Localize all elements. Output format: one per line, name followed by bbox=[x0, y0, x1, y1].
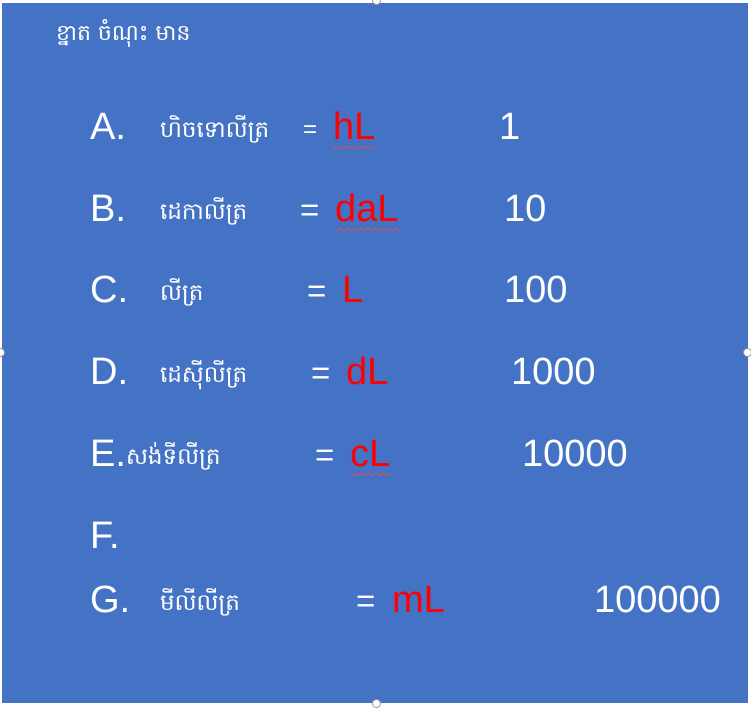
table-row: F. bbox=[2, 515, 748, 575]
unit-value: 1000 bbox=[511, 351, 596, 393]
row-letter: C. bbox=[90, 269, 128, 311]
unit-symbol: hL bbox=[333, 106, 376, 148]
row-letter: A. bbox=[90, 106, 126, 148]
equals-sign: = bbox=[307, 272, 327, 309]
table-row: D. ដេស៊ីលីត្រ = dL 1000 bbox=[2, 351, 748, 411]
heading: ខ្នាត ចំណុះ មាន bbox=[56, 21, 191, 46]
resize-handle-bottom[interactable] bbox=[372, 699, 381, 708]
table-row: G. មីលីលីត្រ = mL 100000 bbox=[2, 579, 748, 639]
unit-name: លីត្រ bbox=[160, 280, 204, 306]
unit-value: 10000 bbox=[522, 433, 628, 475]
equals-sign: = bbox=[356, 582, 376, 619]
equals-sign: = bbox=[300, 191, 320, 228]
unit-symbol: L bbox=[342, 269, 364, 311]
row-letter: F. bbox=[90, 515, 120, 557]
unit-name: ដេកាលីត្រ bbox=[160, 199, 248, 225]
unit-symbol: cL bbox=[350, 433, 391, 475]
equals-sign: = bbox=[311, 354, 331, 391]
row-letter: D. bbox=[90, 351, 128, 393]
resize-handle-right[interactable] bbox=[743, 348, 751, 357]
unit-name: ហិចទោលីត្រ bbox=[160, 117, 270, 143]
unit-name: សង់ទីលីត្រ bbox=[126, 444, 221, 470]
slide-text-box[interactable]: ខ្នាត ចំណុះ មាន A. ហិចទោលីត្រ = hL 1 B. … bbox=[2, 3, 748, 703]
row-letter: E. bbox=[90, 433, 126, 475]
equals-sign: = bbox=[303, 116, 318, 143]
row-letter: G. bbox=[90, 579, 131, 621]
table-row: B. ដេកាលីត្រ = daL 10 bbox=[2, 188, 748, 248]
unit-name: មីលីលីត្រ bbox=[160, 590, 240, 616]
unit-symbol: mL bbox=[392, 579, 445, 621]
table-row: A. ហិចទោលីត្រ = hL 1 bbox=[2, 106, 748, 166]
unit-symbol: dL bbox=[346, 351, 389, 393]
unit-value: 10 bbox=[504, 188, 547, 230]
equals-sign: = bbox=[315, 436, 335, 473]
unit-value: 1 bbox=[499, 106, 521, 148]
table-row: C. លីត្រ = L 100 bbox=[2, 269, 748, 329]
unit-value: 100 bbox=[504, 269, 568, 311]
table-row: E. សង់ទីលីត្រ = cL 10000 bbox=[2, 433, 748, 493]
unit-name: ដេស៊ីលីត្រ bbox=[160, 362, 248, 388]
unit-value: 100000 bbox=[594, 579, 721, 621]
row-letter: B. bbox=[90, 188, 126, 230]
unit-symbol: daL bbox=[335, 188, 399, 230]
